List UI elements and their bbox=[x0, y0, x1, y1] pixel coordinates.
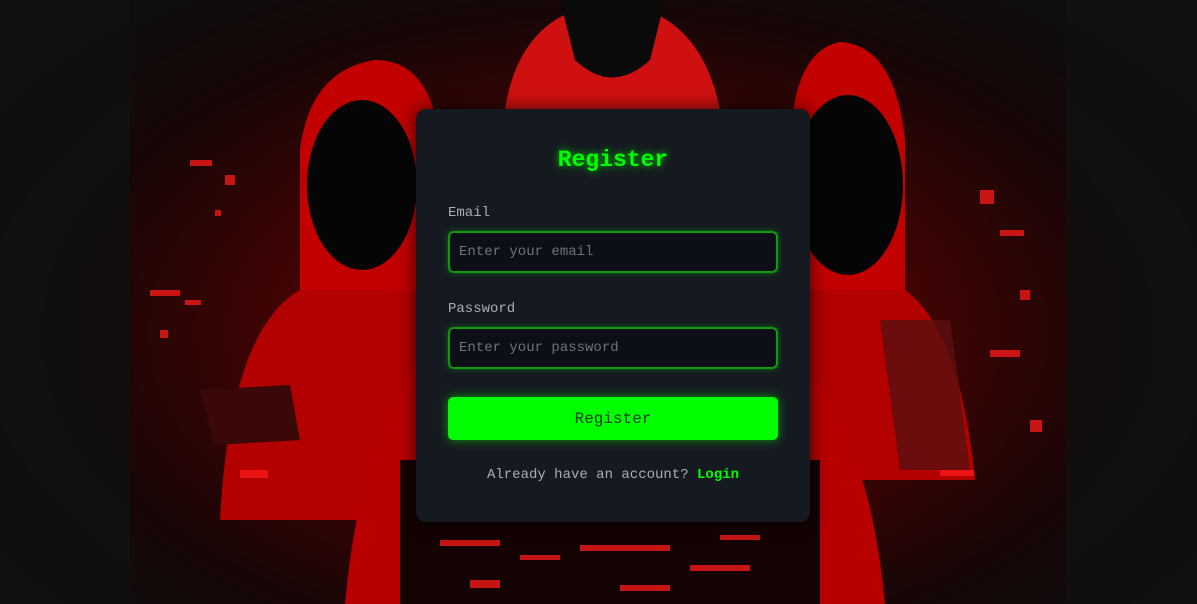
login-prompt: Already have an account? Login bbox=[416, 467, 810, 483]
login-link[interactable]: Login bbox=[697, 467, 739, 483]
register-page: Register Email Password Register Already… bbox=[0, 0, 1197, 604]
register-card: Register Email Password Register Already… bbox=[416, 109, 810, 522]
register-button[interactable]: Register bbox=[448, 397, 778, 440]
password-label: Password bbox=[448, 301, 516, 317]
form-title: Register bbox=[557, 147, 669, 173]
email-input[interactable] bbox=[448, 231, 778, 273]
password-input[interactable] bbox=[448, 327, 778, 369]
email-label: Email bbox=[448, 205, 491, 221]
login-prompt-text: Already have an account? bbox=[486, 467, 689, 483]
